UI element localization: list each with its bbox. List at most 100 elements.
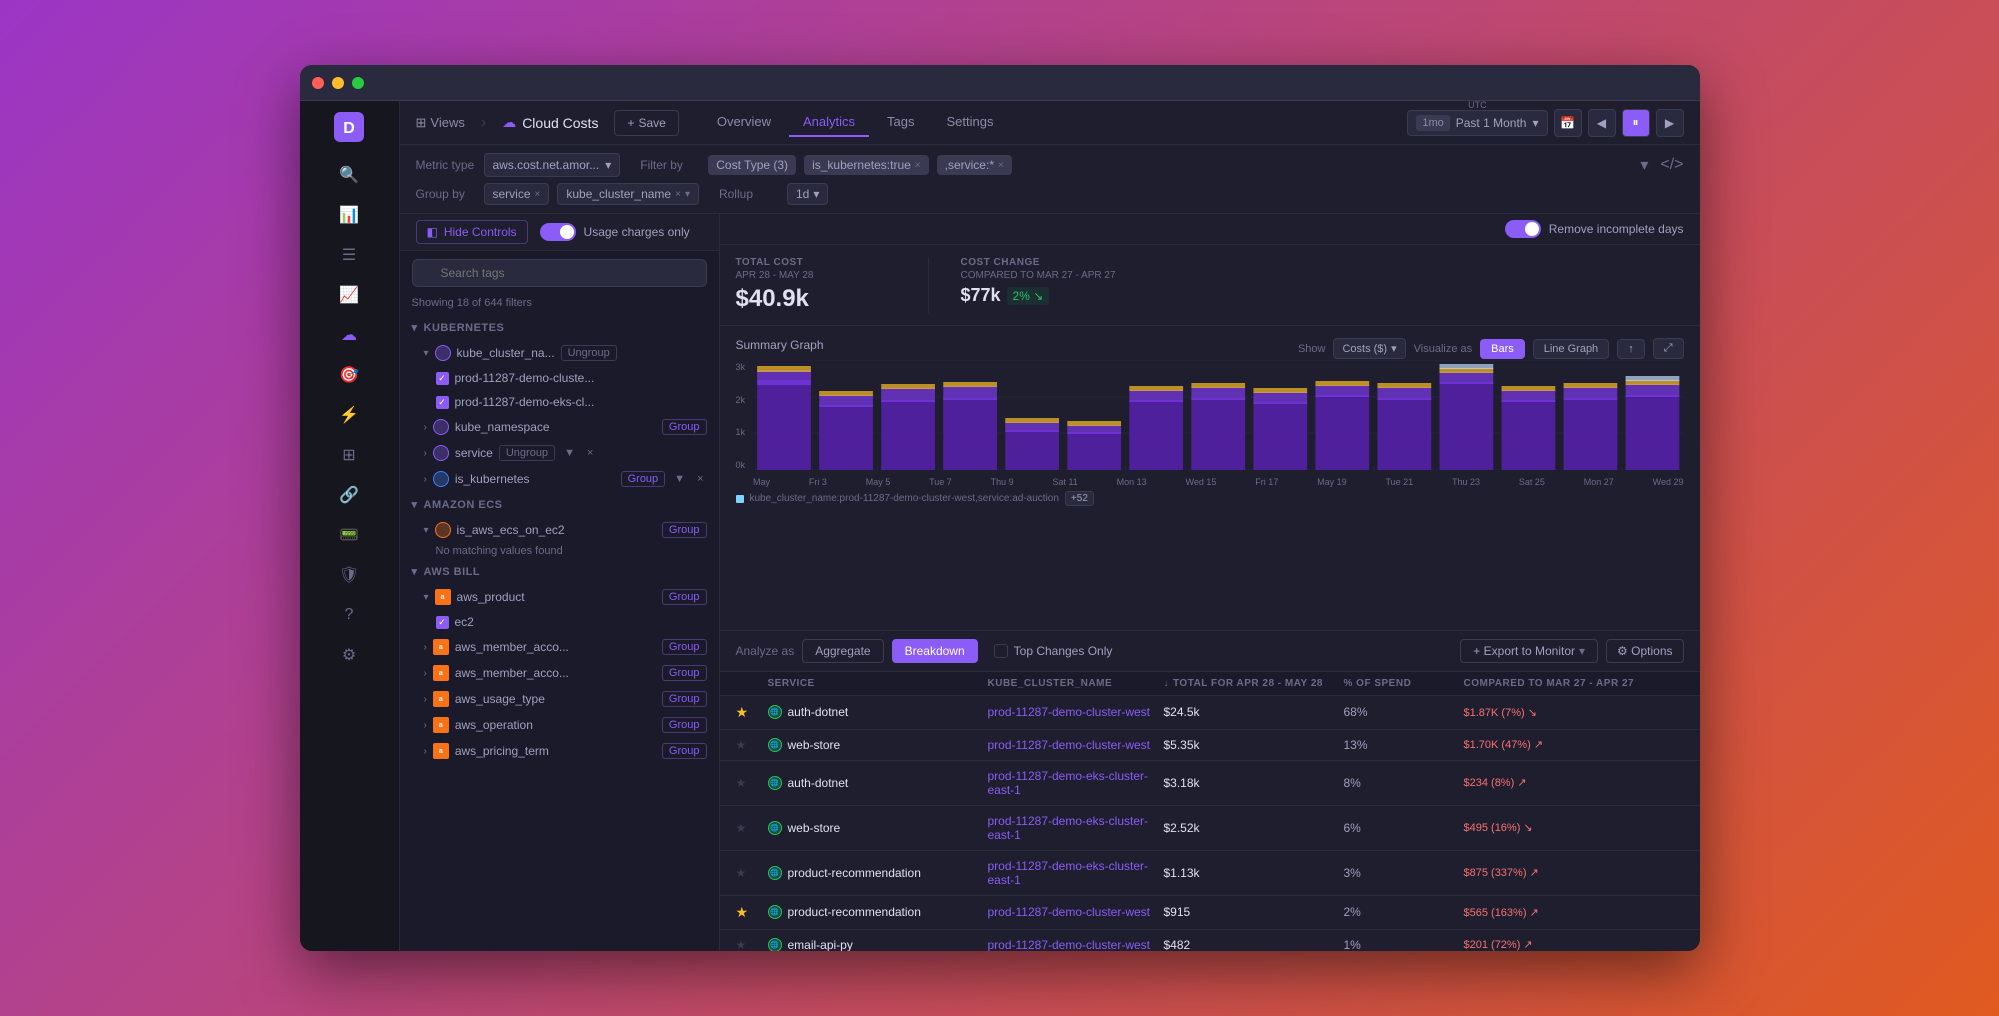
aws-operation-item[interactable]: › a aws_operation Group — [400, 712, 719, 738]
usage-charges-toggle[interactable] — [540, 223, 576, 241]
prod-cluster-west-item[interactable]: prod-11287-demo-cluste... — [400, 366, 719, 390]
ec2-checkbox[interactable] — [436, 616, 449, 629]
sidebar-item-activity[interactable]: ⚡ — [331, 397, 367, 433]
pause-button[interactable]: ⏸ — [1622, 109, 1650, 137]
filter-service-icon[interactable]: ▼ — [561, 446, 578, 460]
group-pricing-button[interactable]: Group — [662, 743, 707, 759]
sidebar-item-help[interactable]: ? — [331, 597, 367, 633]
prod-cluster-eks-item[interactable]: prod-11287-demo-eks-cl... — [400, 390, 719, 414]
expand-member-icon[interactable]: › — [424, 642, 427, 653]
sidebar-item-grid[interactable]: ⊞ — [331, 437, 367, 473]
group-chip-more[interactable]: ▾ — [685, 189, 690, 200]
group-kube-button[interactable]: Group — [621, 471, 666, 487]
tab-overview[interactable]: Overview — [703, 108, 785, 137]
cost-type-filter[interactable]: Cost Type (3) — [708, 155, 796, 175]
star-cell-4[interactable]: ★ — [736, 821, 768, 835]
aws-pricing-term-item[interactable]: › a aws_pricing_term Group — [400, 738, 719, 764]
ungroup-service-button[interactable]: Ungroup — [499, 445, 555, 461]
export-chart-button[interactable]: ↑ — [1617, 339, 1645, 359]
expand-icon[interactable]: ▾ — [424, 348, 429, 359]
expand-usage-icon[interactable]: › — [424, 694, 427, 705]
tab-settings[interactable]: Settings — [933, 108, 1008, 137]
line-graph-button[interactable]: Line Graph — [1533, 339, 1609, 359]
aws-bill-section-header[interactable]: ▾ AWS BILL — [400, 559, 719, 584]
sidebar-item-target[interactable]: 🎯 — [331, 357, 367, 393]
top-changes-checkbox[interactable] — [994, 644, 1008, 658]
aggregate-button[interactable]: Aggregate — [802, 639, 883, 663]
cluster-eks-checkbox[interactable] — [436, 396, 449, 409]
cluster-cell-1[interactable]: prod-11287-demo-cluster-west — [988, 705, 1164, 719]
group-ecs-button[interactable]: Group — [662, 522, 707, 538]
filter-kube-icon[interactable]: ▼ — [671, 472, 688, 486]
expand-filter[interactable]: ▾ — [1640, 155, 1648, 175]
sidebar-item-dashboard[interactable]: 📊 — [331, 197, 367, 233]
sidebar-item-search[interactable]: 🔍 — [331, 157, 367, 193]
code-toggle[interactable]: </> — [1660, 156, 1683, 174]
minimize-button[interactable] — [332, 77, 344, 89]
remove-service[interactable]: × — [998, 160, 1004, 171]
sidebar-item-connect[interactable]: 🔗 — [331, 477, 367, 513]
star-cell-2[interactable]: ★ — [736, 738, 768, 752]
hide-controls-button[interactable]: ◧ Hide Controls — [416, 220, 528, 244]
remove-kube-icon[interactable]: × — [694, 472, 706, 486]
remove-group-cluster[interactable]: × — [675, 189, 681, 200]
aws-product-item[interactable]: ▾ a aws_product Group — [400, 584, 719, 610]
kube-namespace-item[interactable]: › kube_namespace Group — [400, 414, 719, 440]
group-usage-button[interactable]: Group — [662, 691, 707, 707]
close-button[interactable] — [312, 77, 324, 89]
costs-select[interactable]: Costs ($) ▾ — [1333, 338, 1405, 359]
group-member2-button[interactable]: Group — [662, 665, 707, 681]
cluster-west-checkbox[interactable] — [436, 372, 449, 385]
save-button[interactable]: + Save — [614, 110, 678, 136]
ecs-ec2-item[interactable]: ▾ is_aws_ecs_on_ec2 Group — [400, 517, 719, 543]
expand-service-icon[interactable]: › — [424, 448, 427, 459]
export-button[interactable]: + Export to Monitor ▾ — [1460, 639, 1598, 663]
bars-button[interactable]: Bars — [1480, 339, 1525, 359]
sidebar-item-graph[interactable]: 📈 — [331, 277, 367, 313]
amazon-ecs-section-header[interactable]: ▾ AMAZON ECS — [400, 492, 719, 517]
star-cell-5[interactable]: ★ — [736, 866, 768, 880]
cluster-cell-5[interactable]: prod-11287-demo-eks-cluster-east-1 — [988, 859, 1164, 887]
sidebar-item-monitor[interactable]: 📟 — [331, 517, 367, 553]
is-kubernetes-item[interactable]: › is_kubernetes Group ▼ × — [400, 466, 719, 492]
cluster-cell-3[interactable]: prod-11287-demo-eks-cluster-east-1 — [988, 769, 1164, 797]
top-changes-container[interactable]: Top Changes Only — [994, 644, 1113, 658]
cluster-cell-4[interactable]: prod-11287-demo-eks-cluster-east-1 — [988, 814, 1164, 842]
sidebar-item-cloud[interactable]: ☁ — [331, 317, 367, 353]
star-cell-3[interactable]: ★ — [736, 776, 768, 790]
expand-pricing-icon[interactable]: › — [424, 746, 427, 757]
expand-product-icon[interactable]: ▾ — [424, 592, 429, 603]
expand-kube-icon[interactable]: › — [424, 474, 427, 485]
search-input[interactable] — [412, 259, 707, 287]
prev-button[interactable]: ◀ — [1588, 109, 1616, 137]
aws-member-acct-item2[interactable]: › a aws_member_acco... Group — [400, 660, 719, 686]
views-link[interactable]: ⊞ Views — [416, 115, 465, 131]
cluster-cell-6[interactable]: prod-11287-demo-cluster-west — [988, 905, 1164, 919]
aws-member-acct-item1[interactable]: › a aws_member_acco... Group — [400, 634, 719, 660]
remove-incomplete-toggle[interactable] — [1505, 220, 1541, 238]
fullscreen-button[interactable]: ⤢ — [1653, 338, 1684, 359]
breakdown-button[interactable]: Breakdown — [892, 639, 978, 663]
group-namespace-button[interactable]: Group — [662, 419, 707, 435]
group-operation-button[interactable]: Group — [662, 717, 707, 733]
remove-group-service[interactable]: × — [535, 189, 541, 200]
remove-service-icon[interactable]: × — [584, 446, 596, 460]
calendar-icon[interactable]: 📅 — [1554, 109, 1582, 137]
kubernetes-section-header[interactable]: ▾ KUBERNETES — [400, 315, 719, 340]
expand-ns-icon[interactable]: › — [424, 422, 427, 433]
sidebar-item-shield[interactable]: 🛡 — [331, 557, 367, 593]
star-cell-6[interactable]: ★ — [736, 904, 768, 921]
expand-member2-icon[interactable]: › — [424, 668, 427, 679]
cluster-cell-7[interactable]: prod-11287-demo-cluster-west — [988, 938, 1164, 952]
group-product-button[interactable]: Group — [662, 589, 707, 605]
maximize-button[interactable] — [352, 77, 364, 89]
group-cluster-chip[interactable]: kube_cluster_name × ▾ — [557, 183, 699, 205]
tab-tags[interactable]: Tags — [873, 108, 928, 137]
time-range-select[interactable]: 1mo Past 1 Month ▾ — [1407, 110, 1547, 136]
expand-ecs-icon[interactable]: ▾ — [424, 525, 429, 536]
star-cell-7[interactable]: ★ — [736, 938, 768, 952]
sidebar-item-settings[interactable]: ⚙ — [331, 637, 367, 673]
remove-is-kubernetes[interactable]: × — [915, 160, 921, 171]
next-button[interactable]: ▶ — [1656, 109, 1684, 137]
metric-select[interactable]: aws.cost.net.amor... ▾ — [484, 153, 621, 177]
